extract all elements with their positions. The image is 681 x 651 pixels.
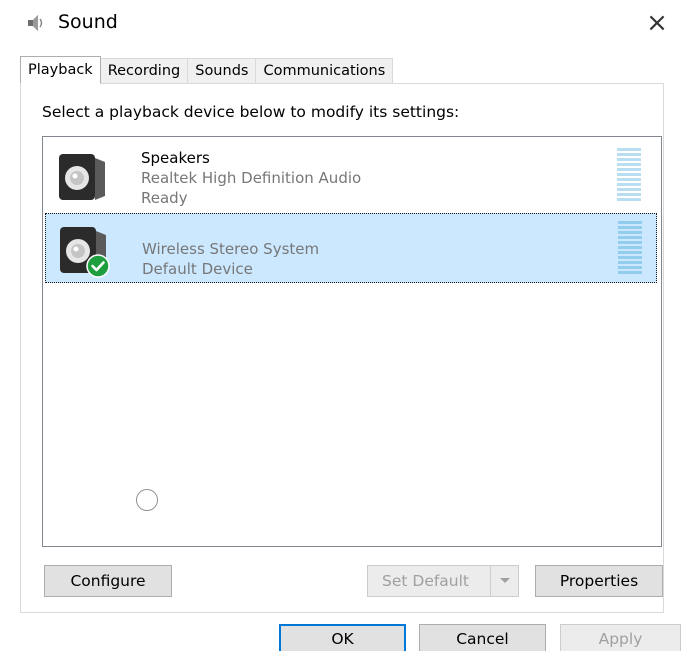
device-item-wireless-stereo-system[interactable]: Wireless Stereo System Default Device — [45, 213, 657, 283]
device-driver: Realtek High Definition Audio — [141, 169, 362, 187]
set-default-label: Set Default — [382, 572, 470, 590]
speaker-icon — [28, 15, 43, 31]
tab-sounds[interactable]: Sounds — [187, 58, 257, 84]
close-button[interactable]: × — [640, 6, 674, 40]
loading-circle-icon — [136, 489, 158, 511]
title-bar[interactable]: Sound × — [0, 0, 681, 46]
chevron-down-icon[interactable] — [490, 566, 518, 596]
volume-meter — [618, 221, 642, 279]
properties-button[interactable]: Properties — [535, 565, 663, 597]
cancel-button[interactable]: Cancel — [419, 624, 546, 651]
tab-strip: Playback Recording Sounds Communications — [20, 56, 394, 84]
tab-communications[interactable]: Communications — [255, 58, 394, 84]
device-name: Speakers — [141, 149, 210, 167]
tab-playback[interactable]: Playback — [20, 56, 101, 84]
device-status: Default Device — [142, 260, 253, 278]
volume-meter — [617, 148, 641, 206]
device-item-speakers[interactable]: Speakers Realtek High Definition Audio R… — [45, 141, 657, 211]
tab-recording[interactable]: Recording — [99, 58, 189, 84]
sound-dialog: Sound × Playback Recording Sounds Commun… — [0, 0, 681, 651]
ok-button[interactable]: OK — [279, 624, 406, 651]
configure-button[interactable]: Configure — [44, 565, 172, 597]
speaker-default-icon — [60, 227, 110, 278]
speaker-icon — [59, 154, 105, 200]
set-default-button[interactable]: Set Default — [367, 565, 519, 597]
device-status: Ready — [141, 189, 188, 207]
window-title: Sound — [58, 11, 118, 33]
device-name: Wireless Stereo System — [142, 240, 320, 258]
close-icon: × — [646, 8, 668, 38]
instruction-text: Select a playback device below to modify… — [42, 103, 460, 121]
apply-button[interactable]: Apply — [560, 624, 681, 651]
device-list[interactable]: Speakers Realtek High Definition Audio R… — [42, 136, 662, 547]
